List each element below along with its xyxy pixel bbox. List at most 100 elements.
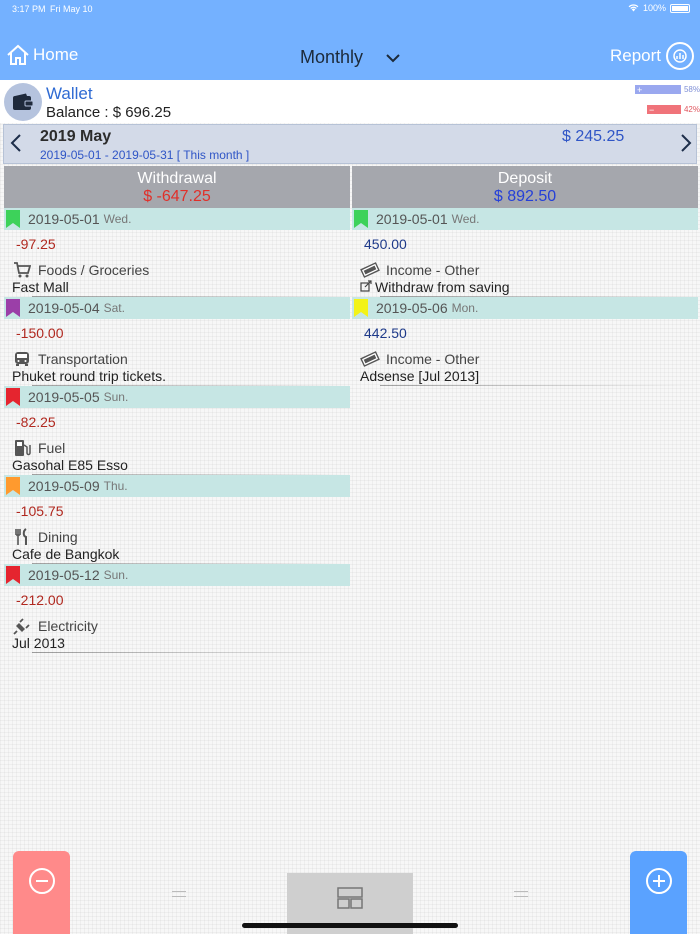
entry-note-text: Cafe de Bangkok <box>12 546 120 562</box>
report-button[interactable]: Report <box>610 42 694 70</box>
bookmark-flag-icon <box>6 566 20 584</box>
entry-amount: -150.00 <box>16 325 64 341</box>
month-header: 2019 May 2019-05-01 - 2019-05-31 [ This … <box>3 124 697 164</box>
top-bar: 3:17 PM Fri May 10 100% Home Monthly Rep… <box>0 0 700 80</box>
entry-category-label: Income - Other <box>386 351 480 367</box>
entry-divider <box>32 652 350 653</box>
entry-note: Adsense [Jul 2013] <box>352 369 698 384</box>
date-group-header[interactable]: 2019-05-01 Wed. <box>352 208 698 230</box>
deposit-total: $ 892.50 <box>493 188 557 205</box>
entry-category-label: Income - Other <box>386 262 480 278</box>
chevron-down-icon <box>386 53 400 62</box>
transaction-entry[interactable]: -105.75 Dining Cafe de Bangkok <box>4 497 350 564</box>
withdrawal-header: Withdrawal $ -647.25 <box>4 166 350 208</box>
add-expense-button[interactable] <box>13 851 70 934</box>
entry-note: Cafe de Bangkok <box>4 547 350 562</box>
entry-category: Income - Other <box>352 349 698 369</box>
deposit-title: Deposit <box>497 170 553 187</box>
date-group-header[interactable]: 2019-05-06 Mon. <box>352 297 698 319</box>
home-label: Home <box>33 45 79 64</box>
withdrawal-list: 2019-05-01 Wed. -97.25 Foods / Groceries… <box>4 208 350 653</box>
entry-note-text: Phuket round trip tickets. <box>12 368 167 384</box>
expense-ratio: − 42% <box>646 105 700 115</box>
group-date: 2019-05-05 <box>28 389 100 405</box>
entry-note: Gasohal E85 Esso <box>4 458 350 473</box>
group-date: 2019-05-12 <box>28 567 100 583</box>
home-button[interactable]: Home <box>6 44 78 66</box>
cart-icon <box>12 262 32 278</box>
minus-circle-icon <box>28 868 55 894</box>
entry-note-text: Fast Mall <box>12 279 69 295</box>
income-ratio: + 58% <box>634 85 700 95</box>
status-time: 3:17 PM <box>12 4 46 14</box>
entry-category-label: Fuel <box>38 440 66 456</box>
group-date: 2019-05-06 <box>376 300 448 316</box>
group-date: 2019-05-09 <box>28 478 100 494</box>
entry-note: Phuket round trip tickets. <box>4 369 350 384</box>
bookmark-flag-icon <box>6 388 20 406</box>
income-bar: + <box>634 85 681 95</box>
entry-amount: 442.50 <box>364 325 407 341</box>
entry-note: Withdraw from saving <box>352 280 698 295</box>
month-range: 2019-05-01 - 2019-05-31 [ This month ] <box>40 148 250 162</box>
next-month-button[interactable] <box>680 133 692 159</box>
entry-amount: -212.00 <box>16 592 64 608</box>
transaction-entry[interactable]: -212.00 Electricity Jul 2013 <box>4 586 350 653</box>
month-total: $ 245.25 <box>562 128 625 145</box>
date-group-header[interactable]: 2019-05-09 Thu. <box>4 475 350 497</box>
period-label: Monthly <box>300 47 364 67</box>
withdrawal-column: Withdrawal $ -647.25 2019-05-01 Wed. -97… <box>4 166 350 653</box>
group-date: 2019-05-04 <box>28 300 100 316</box>
entry-category-label: Transportation <box>38 351 128 367</box>
wallet-header: Wallet Balance : $ 696.25 + 58% − 42% <box>0 80 700 123</box>
month-title: 2019 May <box>40 128 112 145</box>
entry-category: Fuel <box>4 438 350 458</box>
group-weekday: Sun. <box>103 390 129 404</box>
date-group-header[interactable]: 2019-05-05 Sun. <box>4 386 350 408</box>
chevron-right-icon <box>681 134 692 152</box>
bookmark-flag-icon <box>354 210 368 228</box>
plug-icon <box>12 617 32 635</box>
money-icon <box>360 351 380 367</box>
bookmark-flag-icon <box>6 299 20 317</box>
entry-amount: 450.00 <box>364 236 407 252</box>
entry-note-text: Gasohal E85 Esso <box>12 457 128 473</box>
wallet-name: Wallet <box>46 84 93 103</box>
status-bar: 3:17 PM Fri May 10 100% <box>0 0 700 18</box>
money-icon <box>360 262 380 278</box>
bookmark-flag-icon <box>354 299 368 317</box>
group-weekday: Mon. <box>451 301 479 315</box>
wifi-icon <box>628 4 639 12</box>
wallet-icon[interactable] <box>4 83 42 121</box>
transaction-entry[interactable]: -82.25 Fuel Gasohal E85 Esso <box>4 408 350 475</box>
group-weekday: Wed. <box>103 212 132 226</box>
entry-amount: -105.75 <box>16 503 64 519</box>
group-weekday: Wed. <box>451 212 480 226</box>
transaction-entry[interactable]: 450.00 Income - Other Withdraw from savi… <box>352 230 698 297</box>
transaction-entry[interactable]: -97.25 Foods / Groceries Fast Mall <box>4 230 350 297</box>
bus-icon <box>12 351 32 367</box>
deposit-list: 2019-05-01 Wed. 450.00 Income - Other Wi… <box>352 208 698 386</box>
chevron-left-icon <box>10 134 21 152</box>
entry-note-text: Adsense [Jul 2013] <box>360 368 480 384</box>
grip-handle-left[interactable] <box>172 891 186 897</box>
entry-note: Fast Mall <box>4 280 350 295</box>
prev-month-button[interactable] <box>10 133 22 159</box>
transfer-icon <box>360 279 372 295</box>
date-group-header[interactable]: 2019-05-04 Sat. <box>4 297 350 319</box>
transaction-entry[interactable]: 442.50 Income - Other Adsense [Jul 2013] <box>352 319 698 386</box>
transaction-entry[interactable]: -150.00 Transportation Phuket round trip… <box>4 319 350 386</box>
withdrawal-title: Withdrawal <box>137 170 217 187</box>
grip-handle-right[interactable] <box>514 891 528 897</box>
date-group-header[interactable]: 2019-05-01 Wed. <box>4 208 350 230</box>
date-group-header[interactable]: 2019-05-12 Sun. <box>4 564 350 586</box>
period-selector[interactable]: Monthly <box>300 47 401 68</box>
entry-category: Income - Other <box>352 260 698 280</box>
add-income-button[interactable] <box>630 851 687 934</box>
group-date: 2019-05-01 <box>28 211 100 227</box>
bookmark-flag-icon <box>6 210 20 228</box>
plus-circle-icon <box>645 868 672 894</box>
deposit-column: Deposit $ 892.50 2019-05-01 Wed. 450.00 … <box>352 166 698 386</box>
entry-category-label: Electricity <box>38 618 98 634</box>
entry-category-label: Dining <box>38 529 78 545</box>
